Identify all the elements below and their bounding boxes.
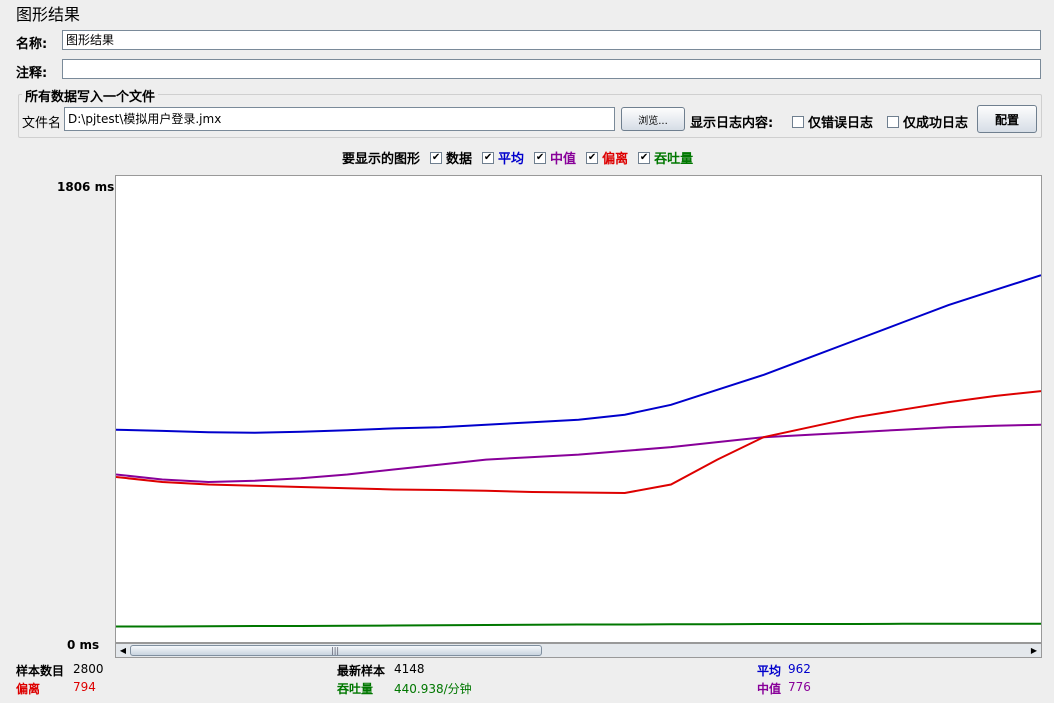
errors-only-checkbox[interactable] [792,115,804,128]
file-name-field[interactable]: D:\pjtest\模拟用户登录.jmx [64,107,615,131]
legend-label-throughput: 吞吐量 [654,152,694,167]
legend-item-median[interactable]: ✔ 中值 [534,148,576,167]
file-group-title: 所有数据写入一个文件 [22,86,159,105]
legend-label-median: 中值 [550,152,577,167]
graph-canvas [115,274,1042,628]
series-line-3 [116,622,1041,628]
arrow-right-icon[interactable]: ▶ [1028,645,1040,656]
latest-sample-label: 最新样本 [337,664,386,678]
scrollbar-thumb[interactable]: ||| [130,645,542,656]
window-title: 图形结果 [16,5,81,24]
latest-sample-value: 4148 [394,662,425,676]
y-axis-max-label: 1806 ms [57,180,115,194]
average-label: 平均 [757,664,782,678]
browse-button[interactable]: 浏览... [621,107,685,131]
legend-item-average[interactable]: ✔ 平均 [482,148,524,167]
deviation-label: 偏离 [16,682,41,696]
horizontal-scrollbar[interactable]: ◀ ||| ▶ [115,643,1042,658]
throughput-label: 吞吐量 [337,682,374,696]
legend-label-deviation: 偏离 [602,152,629,167]
legend-prompt: 要显示的图形 [342,152,421,167]
graph-plot-area [115,175,1042,643]
check-icon[interactable]: ✔ [430,151,443,164]
comment-label: 注释: [16,66,48,81]
legend-label-data: 数据 [446,152,473,167]
check-icon[interactable]: ✔ [586,151,599,164]
check-icon[interactable]: ✔ [534,151,547,164]
y-axis-min-label: 0 ms [67,638,100,652]
graph-legend: 要显示的图形 ✔ 数据 ✔ 平均 ✔ 中值 ✔ 偏离 ✔ 吞吐量 [342,148,693,167]
legend-item-throughput[interactable]: ✔ 吞吐量 [638,148,693,167]
samples-value: 2800 [73,662,104,676]
samples-label: 样本数目 [16,664,65,678]
name-field[interactable]: 图形结果 [62,30,1041,50]
check-icon[interactable]: ✔ [482,151,495,164]
throughput-value: 440.938/分钟 [394,682,472,696]
average-value: 962 [788,662,811,676]
series-line-2 [115,390,1042,495]
median-value: 776 [788,680,811,694]
success-only-label: 仅成功日志 [903,116,969,131]
comment-field[interactable] [62,59,1041,79]
errors-only-option[interactable]: 仅错误日志 [792,112,873,131]
legend-label-average: 平均 [498,152,525,167]
check-icon[interactable]: ✔ [638,151,651,164]
deviation-value: 794 [73,680,96,694]
configure-button[interactable]: 配置 [977,105,1037,133]
log-display-label: 显示日志内容: [690,116,774,131]
grip-icon: ||| [331,646,340,655]
errors-only-label: 仅错误日志 [808,116,874,131]
success-only-checkbox[interactable] [887,115,899,128]
name-label: 名称: [16,37,48,52]
legend-item-deviation[interactable]: ✔ 偏离 [586,148,628,167]
legend-item-data[interactable]: ✔ 数据 [430,148,472,167]
success-only-option[interactable]: 仅成功日志 [887,112,968,131]
median-label: 中值 [757,682,782,696]
file-label: 文件名 [22,116,62,131]
arrow-left-icon[interactable]: ◀ [117,645,129,656]
